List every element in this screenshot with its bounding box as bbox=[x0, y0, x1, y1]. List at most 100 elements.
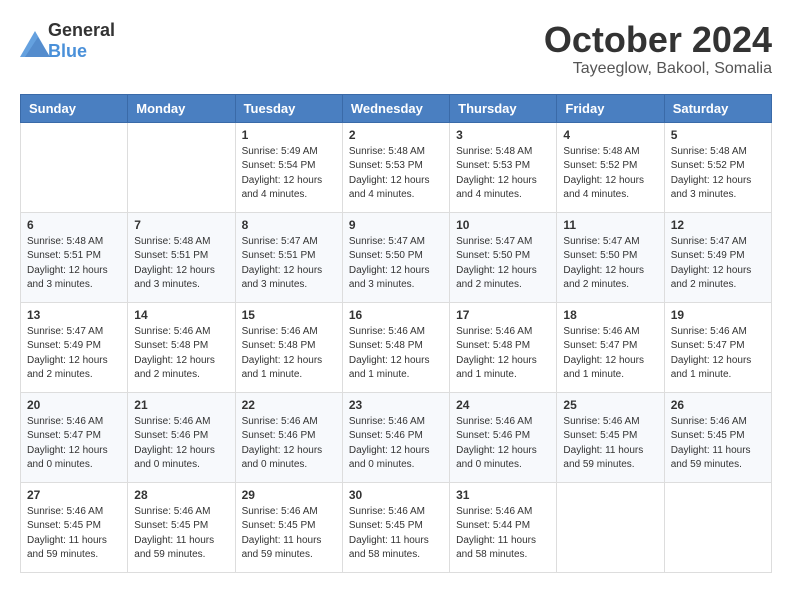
cell-detail: Sunrise: 5:47 AM Sunset: 5:51 PM Dayligh… bbox=[242, 235, 336, 293]
calendar-cell: 20 Sunrise: 5:46 AM Sunset: 5:47 PM Dayl… bbox=[21, 392, 128, 482]
daylight-text: Daylight: 12 hours and 3 minutes. bbox=[134, 265, 215, 291]
calendar-cell: 3 Sunrise: 5:48 AM Sunset: 5:53 PM Dayli… bbox=[450, 122, 557, 212]
calendar-cell: 27 Sunrise: 5:46 AM Sunset: 5:45 PM Dayl… bbox=[21, 482, 128, 572]
sunrise-text: Sunrise: 5:46 AM bbox=[242, 326, 318, 337]
day-number: 13 bbox=[27, 308, 121, 322]
weekday-header: Friday bbox=[557, 94, 664, 122]
sunset-text: Sunset: 5:47 PM bbox=[27, 430, 101, 441]
calendar-cell: 30 Sunrise: 5:46 AM Sunset: 5:45 PM Dayl… bbox=[342, 482, 449, 572]
sunrise-text: Sunrise: 5:46 AM bbox=[27, 416, 103, 427]
day-number: 31 bbox=[456, 488, 550, 502]
daylight-text: Daylight: 12 hours and 3 minutes. bbox=[242, 265, 323, 291]
daylight-text: Daylight: 12 hours and 4 minutes. bbox=[563, 175, 644, 201]
month-title: October 2024 bbox=[544, 20, 772, 60]
cell-detail: Sunrise: 5:47 AM Sunset: 5:50 PM Dayligh… bbox=[563, 235, 657, 293]
calendar-cell: 25 Sunrise: 5:46 AM Sunset: 5:45 PM Dayl… bbox=[557, 392, 664, 482]
sunset-text: Sunset: 5:45 PM bbox=[349, 520, 423, 531]
weekday-header: Sunday bbox=[21, 94, 128, 122]
sunset-text: Sunset: 5:45 PM bbox=[242, 520, 316, 531]
cell-detail: Sunrise: 5:46 AM Sunset: 5:45 PM Dayligh… bbox=[242, 505, 336, 563]
cell-detail: Sunrise: 5:47 AM Sunset: 5:49 PM Dayligh… bbox=[27, 325, 121, 383]
calendar-cell: 11 Sunrise: 5:47 AM Sunset: 5:50 PM Dayl… bbox=[557, 212, 664, 302]
calendar-cell: 23 Sunrise: 5:46 AM Sunset: 5:46 PM Dayl… bbox=[342, 392, 449, 482]
sunset-text: Sunset: 5:48 PM bbox=[349, 340, 423, 351]
sunrise-text: Sunrise: 5:48 AM bbox=[27, 236, 103, 247]
calendar-cell bbox=[128, 122, 235, 212]
sunset-text: Sunset: 5:48 PM bbox=[456, 340, 530, 351]
sunset-text: Sunset: 5:45 PM bbox=[27, 520, 101, 531]
calendar-cell: 15 Sunrise: 5:46 AM Sunset: 5:48 PM Dayl… bbox=[235, 302, 342, 392]
title-block: October 2024 Tayeeglow, Bakool, Somalia bbox=[544, 20, 772, 78]
sunrise-text: Sunrise: 5:47 AM bbox=[671, 236, 747, 247]
cell-detail: Sunrise: 5:46 AM Sunset: 5:48 PM Dayligh… bbox=[349, 325, 443, 383]
day-number: 1 bbox=[242, 128, 336, 142]
sunset-text: Sunset: 5:48 PM bbox=[242, 340, 316, 351]
logo-general: General bbox=[48, 20, 115, 40]
sunrise-text: Sunrise: 5:49 AM bbox=[242, 146, 318, 157]
sunset-text: Sunset: 5:52 PM bbox=[671, 160, 745, 171]
cell-detail: Sunrise: 5:46 AM Sunset: 5:45 PM Dayligh… bbox=[563, 415, 657, 473]
sunset-text: Sunset: 5:45 PM bbox=[563, 430, 637, 441]
sunrise-text: Sunrise: 5:46 AM bbox=[349, 506, 425, 517]
sunrise-text: Sunrise: 5:47 AM bbox=[563, 236, 639, 247]
sunset-text: Sunset: 5:44 PM bbox=[456, 520, 530, 531]
day-number: 16 bbox=[349, 308, 443, 322]
sunrise-text: Sunrise: 5:48 AM bbox=[456, 146, 532, 157]
daylight-text: Daylight: 11 hours and 58 minutes. bbox=[456, 535, 536, 561]
daylight-text: Daylight: 11 hours and 59 minutes. bbox=[242, 535, 322, 561]
day-number: 18 bbox=[563, 308, 657, 322]
daylight-text: Daylight: 12 hours and 2 minutes. bbox=[27, 355, 108, 381]
cell-detail: Sunrise: 5:48 AM Sunset: 5:51 PM Dayligh… bbox=[27, 235, 121, 293]
sunset-text: Sunset: 5:45 PM bbox=[134, 520, 208, 531]
weekday-header: Thursday bbox=[450, 94, 557, 122]
cell-detail: Sunrise: 5:47 AM Sunset: 5:50 PM Dayligh… bbox=[349, 235, 443, 293]
sunrise-text: Sunrise: 5:46 AM bbox=[349, 326, 425, 337]
sunrise-text: Sunrise: 5:46 AM bbox=[456, 506, 532, 517]
calendar-cell bbox=[664, 482, 771, 572]
sunrise-text: Sunrise: 5:47 AM bbox=[242, 236, 318, 247]
sunrise-text: Sunrise: 5:46 AM bbox=[671, 416, 747, 427]
sunset-text: Sunset: 5:51 PM bbox=[134, 250, 208, 261]
calendar-cell: 7 Sunrise: 5:48 AM Sunset: 5:51 PM Dayli… bbox=[128, 212, 235, 302]
day-number: 20 bbox=[27, 398, 121, 412]
daylight-text: Daylight: 12 hours and 2 minutes. bbox=[134, 355, 215, 381]
sunrise-text: Sunrise: 5:46 AM bbox=[134, 506, 210, 517]
calendar-week-row: 6 Sunrise: 5:48 AM Sunset: 5:51 PM Dayli… bbox=[21, 212, 772, 302]
cell-detail: Sunrise: 5:46 AM Sunset: 5:47 PM Dayligh… bbox=[563, 325, 657, 383]
day-number: 30 bbox=[349, 488, 443, 502]
calendar-cell: 29 Sunrise: 5:46 AM Sunset: 5:45 PM Dayl… bbox=[235, 482, 342, 572]
calendar-week-row: 13 Sunrise: 5:47 AM Sunset: 5:49 PM Dayl… bbox=[21, 302, 772, 392]
sunset-text: Sunset: 5:50 PM bbox=[349, 250, 423, 261]
daylight-text: Daylight: 12 hours and 2 minutes. bbox=[563, 265, 644, 291]
sunset-text: Sunset: 5:51 PM bbox=[27, 250, 101, 261]
logo-blue: Blue bbox=[48, 41, 87, 61]
calendar-header-row: SundayMondayTuesdayWednesdayThursdayFrid… bbox=[21, 94, 772, 122]
sunset-text: Sunset: 5:53 PM bbox=[349, 160, 423, 171]
sunset-text: Sunset: 5:47 PM bbox=[563, 340, 637, 351]
cell-detail: Sunrise: 5:46 AM Sunset: 5:46 PM Dayligh… bbox=[349, 415, 443, 473]
sunset-text: Sunset: 5:46 PM bbox=[242, 430, 316, 441]
weekday-header: Wednesday bbox=[342, 94, 449, 122]
day-number: 12 bbox=[671, 218, 765, 232]
sunset-text: Sunset: 5:51 PM bbox=[242, 250, 316, 261]
daylight-text: Daylight: 12 hours and 1 minute. bbox=[349, 355, 430, 381]
cell-detail: Sunrise: 5:48 AM Sunset: 5:51 PM Dayligh… bbox=[134, 235, 228, 293]
sunrise-text: Sunrise: 5:46 AM bbox=[671, 326, 747, 337]
daylight-text: Daylight: 12 hours and 4 minutes. bbox=[349, 175, 430, 201]
calendar-cell: 12 Sunrise: 5:47 AM Sunset: 5:49 PM Dayl… bbox=[664, 212, 771, 302]
calendar-cell: 8 Sunrise: 5:47 AM Sunset: 5:51 PM Dayli… bbox=[235, 212, 342, 302]
sunset-text: Sunset: 5:47 PM bbox=[671, 340, 745, 351]
day-number: 3 bbox=[456, 128, 550, 142]
calendar-cell: 14 Sunrise: 5:46 AM Sunset: 5:48 PM Dayl… bbox=[128, 302, 235, 392]
daylight-text: Daylight: 12 hours and 4 minutes. bbox=[456, 175, 537, 201]
cell-detail: Sunrise: 5:48 AM Sunset: 5:52 PM Dayligh… bbox=[563, 145, 657, 203]
calendar-cell: 6 Sunrise: 5:48 AM Sunset: 5:51 PM Dayli… bbox=[21, 212, 128, 302]
daylight-text: Daylight: 12 hours and 3 minutes. bbox=[27, 265, 108, 291]
calendar-cell: 5 Sunrise: 5:48 AM Sunset: 5:52 PM Dayli… bbox=[664, 122, 771, 212]
calendar-cell bbox=[557, 482, 664, 572]
day-number: 5 bbox=[671, 128, 765, 142]
cell-detail: Sunrise: 5:46 AM Sunset: 5:45 PM Dayligh… bbox=[27, 505, 121, 563]
sunrise-text: Sunrise: 5:48 AM bbox=[671, 146, 747, 157]
cell-detail: Sunrise: 5:46 AM Sunset: 5:45 PM Dayligh… bbox=[349, 505, 443, 563]
daylight-text: Daylight: 12 hours and 1 minute. bbox=[242, 355, 323, 381]
